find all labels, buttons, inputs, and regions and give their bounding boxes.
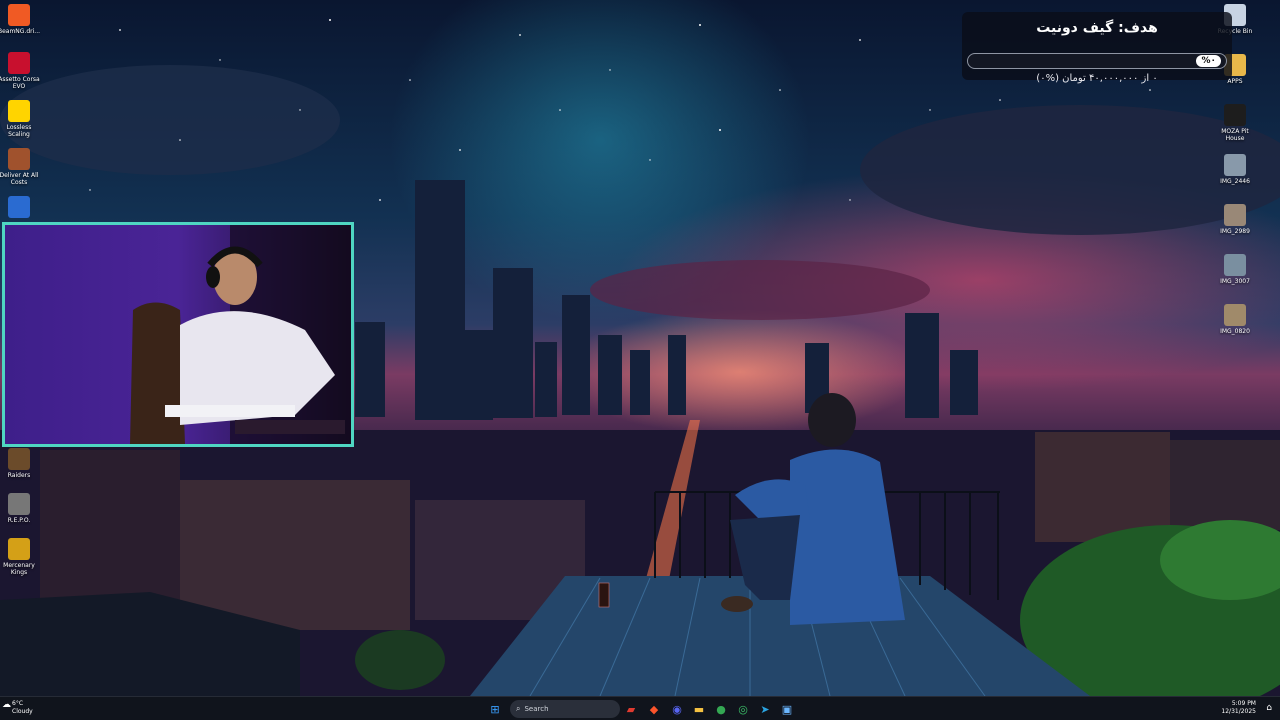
- desktop-icon[interactable]: Mercenary Kings: [0, 538, 41, 576]
- desktop-icon[interactable]: IMG_2989: [1213, 204, 1257, 235]
- desktop-icon-label: IMG_0820: [1220, 328, 1250, 335]
- file-explorer-icon[interactable]: ▬: [690, 700, 708, 718]
- game-shortcut-icon: [8, 196, 30, 218]
- desktop-icon-label: Lossless Scaling: [6, 124, 32, 138]
- desktop-icon[interactable]: Lossless Scaling: [0, 100, 41, 138]
- desktop-icon-label: IMG_3007: [1220, 278, 1250, 285]
- mercenary-kings-icon: [8, 538, 30, 560]
- xbox-icon[interactable]: ◎: [734, 700, 752, 718]
- clock-date: 12/31/2025: [1221, 708, 1256, 715]
- image-file-icon: [1224, 154, 1246, 176]
- desktop-icon[interactable]: MOZA Pit House: [1213, 104, 1257, 142]
- raiders-icon: [8, 448, 30, 470]
- desktop-icon[interactable]: [0, 196, 41, 220]
- desktop-icon[interactable]: IMG_0820: [1213, 304, 1257, 335]
- clock-time: 5:09 PM: [1231, 700, 1256, 707]
- desktop-icon-label: MOZA Pit House: [1221, 128, 1249, 142]
- image-file-icon: [1224, 204, 1246, 226]
- weather-cloud-icon: ☁: [2, 700, 11, 710]
- desktop-icon-label: Deliver At All Costs: [0, 172, 39, 186]
- search-placeholder: Search: [524, 705, 549, 713]
- webcam-overlay: [2, 222, 354, 447]
- search-icon: ⌕: [516, 704, 521, 713]
- windows-start-icon[interactable]: ⊞: [486, 700, 504, 718]
- chrome-icon[interactable]: ●: [712, 700, 730, 718]
- desktop-icon-label: IMG_2446: [1220, 178, 1250, 185]
- lossless-scaling-icon: [8, 100, 30, 122]
- deliver-at-all-costs-icon: [8, 148, 30, 170]
- desktop-icon[interactable]: Assetto Corsa EVO: [0, 52, 41, 90]
- weather-desc: Cloudy: [12, 708, 33, 715]
- desktop-icon[interactable]: R.E.P.O.: [0, 493, 41, 524]
- goal-title: هدف: گیف دونیت: [1036, 20, 1158, 36]
- desktop-icon-label: Assetto Corsa EVO: [0, 76, 40, 90]
- goal-percent-badge: %۰: [1196, 55, 1221, 67]
- desktop-app-icon[interactable]: ▣: [778, 700, 796, 718]
- donation-goal-widget: هدف: گیف دونیت %۰ ۰ از ۴۰,۰۰۰,۰۰۰ تومان …: [962, 12, 1232, 84]
- desktop-icon-label: BeamNG.dri...: [0, 28, 41, 35]
- brave-browser-icon[interactable]: ◆: [645, 700, 663, 718]
- weather-temp: 6°C: [12, 700, 24, 707]
- streamer-video: [5, 225, 351, 444]
- desktop-icon[interactable]: Raiders: [0, 448, 41, 479]
- weather-widget[interactable]: ☁ 6°C Cloudy: [2, 700, 33, 716]
- desktop-icon-label: Mercenary Kings: [3, 562, 35, 576]
- telegram-icon[interactable]: ➤: [756, 700, 774, 718]
- desktop-icon[interactable]: IMG_3007: [1213, 254, 1257, 285]
- repo-icon: [8, 493, 30, 515]
- beamng-icon: [8, 4, 30, 26]
- desktop-icon-label: R.E.P.O.: [7, 517, 31, 524]
- image-file-icon: [1224, 254, 1246, 276]
- taskbar: ☁ 6°C Cloudy ⊞ ▰ ◆ ◉ ▬ ● ◎ ➤ ▣ ⌕ Search 5:09 PM …: [0, 696, 1280, 720]
- system-clock[interactable]: 5:09 PM 12/31/2025: [1221, 700, 1256, 716]
- image-file-icon: [1224, 304, 1246, 326]
- discord-icon[interactable]: ◉: [668, 700, 686, 718]
- red-app-icon[interactable]: ▰: [622, 700, 640, 718]
- desktop-icon[interactable]: Deliver At All Costs: [0, 148, 41, 186]
- desktop-icon[interactable]: IMG_2446: [1213, 154, 1257, 185]
- notification-bell-icon[interactable]: ⌂: [1266, 703, 1272, 713]
- goal-progress-bar: %۰: [967, 53, 1227, 69]
- desktop-icon-label: IMG_2989: [1220, 228, 1250, 235]
- assetto-corsa-icon: [8, 52, 30, 74]
- moza-icon: [1224, 104, 1246, 126]
- desktop-icon-label: Raiders: [7, 472, 31, 479]
- goal-subtitle: ۰ از ۴۰,۰۰۰,۰۰۰ تومان (%۰): [1036, 73, 1158, 84]
- taskbar-search[interactable]: ⌕ Search: [510, 700, 620, 718]
- desktop-icon[interactable]: BeamNG.dri...: [0, 4, 41, 35]
